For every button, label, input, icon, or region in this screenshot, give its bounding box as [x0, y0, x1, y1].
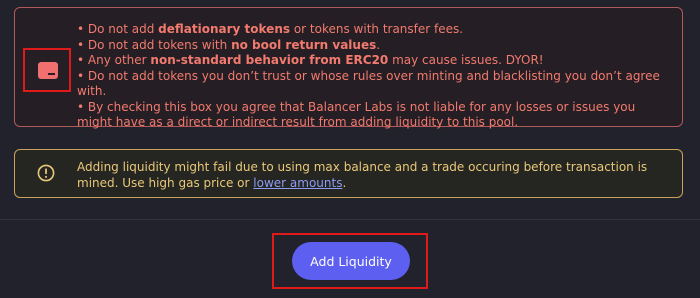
add-liquidity-panel: • Do not add deflationary tokens or toke… [0, 0, 700, 298]
exclamation-circle-icon [37, 164, 55, 182]
checkbox-mark-icon [48, 73, 55, 75]
disclaimer-rule: • Do not add tokens you don’t trust or w… [77, 68, 660, 99]
agree-checkbox[interactable] [38, 62, 58, 79]
gas-warning-text: Adding liquidity might fail due to using… [77, 160, 648, 190]
disclaimer-rule: • By checking this box you agree that Ba… [77, 99, 636, 130]
add-liquidity-button[interactable]: Add Liquidity [292, 242, 410, 280]
agree-checkbox-highlight [23, 48, 71, 92]
section-divider [0, 219, 700, 220]
token-disclaimer-box: • Do not add deflationary tokens or toke… [14, 7, 683, 129]
disclaimer-rules-list: • Do not add deflationary tokens or toke… [77, 22, 672, 131]
disclaimer-rule: • Do not add deflationary tokens or toke… [77, 22, 464, 36]
add-liquidity-highlight: Add Liquidity [272, 233, 428, 289]
disclaimer-rule: • Any other non-standard behavior from E… [77, 53, 544, 67]
gas-warning-box: Adding liquidity might fail due to using… [14, 149, 683, 198]
disclaimer-rule: • Do not add tokens with no bool return … [77, 37, 381, 52]
lower-amounts-link[interactable]: lower amounts [253, 176, 342, 190]
